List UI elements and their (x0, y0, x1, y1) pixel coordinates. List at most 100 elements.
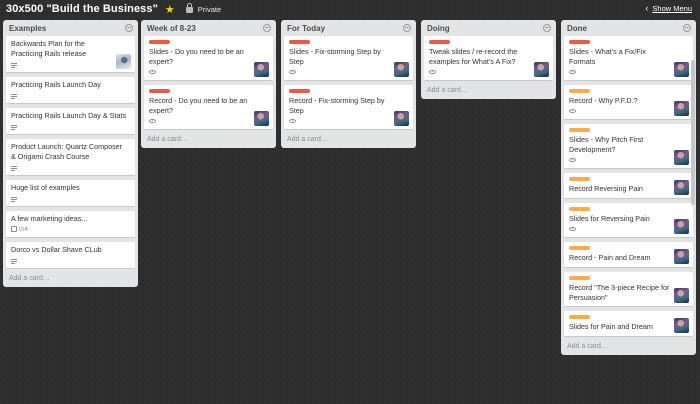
card[interactable]: Slides - What's a Fix/Fix Formats (564, 36, 693, 81)
card[interactable]: Practicing Rails Launch Day (6, 77, 135, 104)
list-examples: Examples Backwards Plan for the Practicin… (3, 20, 138, 287)
card[interactable]: Slides - Why Pitch First Development? (564, 124, 693, 169)
card[interactable]: Slides - Fix-storming Step by Step (284, 36, 413, 81)
card-badges (11, 90, 130, 100)
card[interactable]: Slides for Pain and Dream (564, 311, 693, 337)
card[interactable]: Record "The 3-piece Recipe for Persuasio… (564, 272, 693, 307)
card[interactable]: Record - Do you need to be an expert? (144, 85, 273, 130)
list-menu-icon[interactable] (683, 24, 691, 32)
card-label-orange (569, 207, 590, 211)
eye-icon (569, 158, 576, 162)
member-avatar[interactable] (674, 219, 689, 234)
card[interactable]: Dorco vs Dollar Shave CLub (6, 242, 135, 269)
add-card-button[interactable]: Add a card… (144, 134, 273, 144)
description-icon (11, 93, 17, 99)
member-avatar[interactable] (674, 249, 689, 264)
eye-icon (569, 227, 576, 231)
lock-icon (185, 3, 193, 13)
card-title: Record - Fix-storming Step by Step (289, 96, 385, 115)
card[interactable]: Product Launch: Quartz Composer & Origam… (6, 139, 135, 176)
member-avatar[interactable] (116, 54, 131, 69)
card-label-orange (569, 276, 590, 280)
card-title: Slides - Fix-storming Step by Step (289, 47, 381, 66)
card-label-red (289, 40, 310, 44)
list-header: Examples (6, 20, 135, 36)
list-scrollbar[interactable] (691, 60, 695, 205)
eye-icon (149, 119, 156, 123)
list-menu-icon[interactable] (543, 24, 551, 32)
card-label-orange (569, 315, 590, 319)
card[interactable]: Slides for Reversing Pain (564, 203, 693, 238)
list-for-today: For Today Slides - Fix-storming Step by S… (281, 20, 416, 148)
card-badges (289, 67, 408, 77)
card-title: Record "The 3-piece Recipe for Persuasio… (569, 283, 670, 302)
description-icon (11, 258, 17, 264)
list-menu-icon[interactable] (125, 24, 133, 32)
card[interactable]: Slides - Do you need to be an expert? (144, 36, 273, 81)
list-header: Week of 8-23 (144, 20, 273, 36)
list-week-of-8-23: Week of 8-23 Slides - Do you need to be a… (141, 20, 276, 148)
card[interactable]: Record - Why P.F.D.? (564, 85, 693, 120)
card[interactable]: Practicing Rails Launch Day & Stats (6, 108, 135, 135)
add-card-button[interactable]: Add a card… (424, 85, 553, 95)
add-card-button[interactable]: Add a card… (564, 341, 693, 351)
list-header: Doing (424, 20, 553, 36)
list-doing: Doing Tweak slides / re-record the exampl… (421, 20, 556, 99)
member-avatar[interactable] (674, 318, 689, 333)
star-icon[interactable]: ★ (165, 3, 175, 16)
card-badges (11, 59, 130, 69)
card[interactable]: Tweak slides / re-record the examples fo… (424, 36, 553, 81)
list-title[interactable]: Done (567, 24, 587, 33)
card-badges (11, 162, 130, 172)
card-badges (11, 121, 130, 131)
eye-icon (149, 70, 156, 74)
add-card-button[interactable]: Add a card… (6, 273, 135, 283)
member-avatar[interactable] (674, 62, 689, 77)
member-avatar[interactable] (394, 62, 409, 77)
card[interactable]: A few marketing ideas... 0/4 (6, 211, 135, 238)
card-title: Dorco vs Dollar Shave CLub (11, 245, 102, 254)
card-badges (11, 255, 130, 265)
eye-icon (289, 119, 296, 123)
eye-icon (569, 109, 576, 113)
list-menu-icon[interactable] (403, 24, 411, 32)
add-card-button[interactable]: Add a card… (284, 134, 413, 144)
card-badges (149, 116, 268, 126)
card-title: Huge list of examples (11, 183, 80, 192)
card[interactable]: Backwards Plan for the Practicing Rails … (6, 36, 135, 73)
list-title[interactable]: For Today (287, 24, 325, 33)
list-menu-icon[interactable] (263, 24, 271, 32)
member-avatar[interactable] (674, 180, 689, 195)
show-menu-link[interactable]: ‹ Show Menu (645, 3, 692, 13)
card[interactable]: Huge list of examples (6, 180, 135, 207)
card-label-red (149, 89, 170, 93)
board-title[interactable]: 30x500 "Build the Business" (6, 3, 158, 15)
member-avatar[interactable] (254, 111, 269, 126)
card-title: Slides - What's a Fix/Fix Formats (569, 47, 646, 66)
member-avatar[interactable] (254, 62, 269, 77)
card-title: Slides for Reversing Pain (569, 214, 650, 223)
member-avatar[interactable] (674, 288, 689, 303)
card-title: Record - Why P.F.D.? (569, 96, 638, 105)
card-label-orange (569, 177, 590, 181)
member-avatar[interactable] (394, 111, 409, 126)
board-header: 30x500 "Build the Business" ★ Private ‹ S… (0, 0, 700, 18)
member-avatar[interactable] (674, 150, 689, 165)
privacy-status[interactable]: Private (198, 5, 221, 14)
description-icon (11, 165, 17, 171)
chevron-left-icon: ‹ (645, 3, 649, 13)
card[interactable]: Record - Fix-storming Step by Step (284, 85, 413, 130)
card[interactable]: Record Reversing Pain (564, 173, 693, 199)
card-badges: 0/4 (11, 224, 130, 234)
card[interactable]: Record - Pain and Dream (564, 242, 693, 268)
card-label-orange (569, 89, 590, 93)
checklist-count: 0/4 (19, 225, 29, 233)
card-badges (149, 67, 268, 77)
member-avatar[interactable] (674, 101, 689, 116)
eye-icon (569, 70, 576, 74)
list-title[interactable]: Examples (9, 24, 46, 33)
member-avatar[interactable] (534, 62, 549, 77)
list-title[interactable]: Doing (427, 24, 450, 33)
list-title[interactable]: Week of 8-23 (147, 24, 196, 33)
description-icon (11, 196, 17, 202)
